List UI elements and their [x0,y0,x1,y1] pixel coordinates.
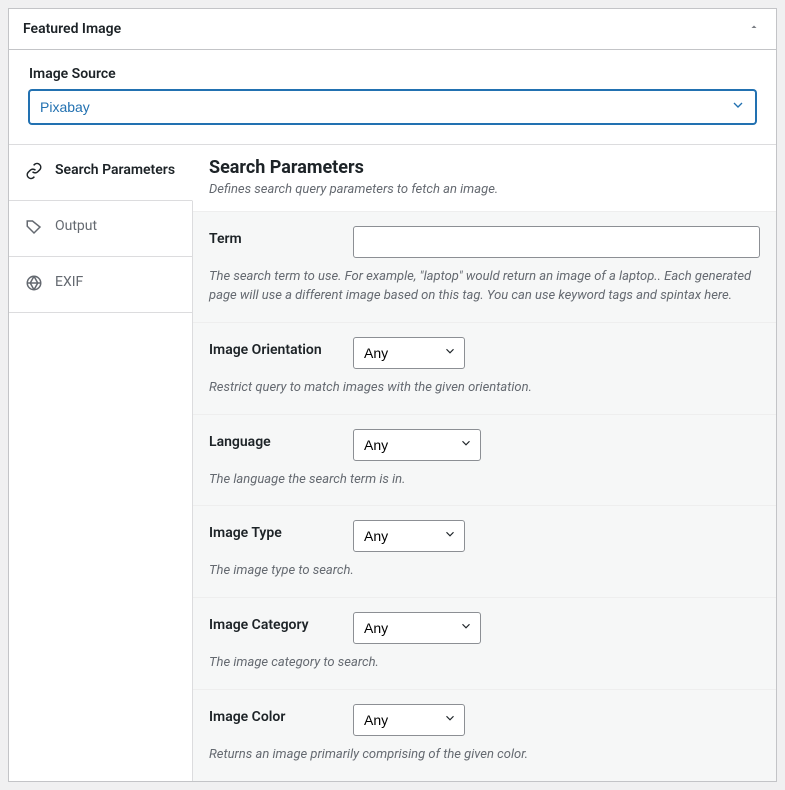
orientation-select[interactable]: Any [353,337,465,369]
tabbed-panel: Search Parameters Output EXIF Search Par… [9,145,776,781]
section-title: Search Parameters [209,157,760,178]
row-language: Language Any The language the search ter… [193,415,776,507]
panel-title: Featured Image [23,21,121,37]
field-help: The language the search term is in. [209,471,760,490]
image-color-select[interactable]: Any [353,704,465,736]
link-icon [25,162,43,184]
row-orientation: Image Orientation Any Restrict query to … [193,323,776,415]
field-help: The image type to search. [209,562,760,581]
field-label: Image Color [209,704,353,736]
tab-label: Output [55,217,97,236]
image-source-label: Image Source [29,66,756,82]
panel-collapse-button[interactable] [746,19,762,39]
row-term: Term The search term to use. For example… [193,212,776,323]
image-type-select[interactable]: Any [353,520,465,552]
field-help: Restrict query to match images with the … [209,379,760,398]
tag-icon [25,218,43,240]
tab-output[interactable]: Output [9,201,192,257]
section-description: Defines search query parameters to fetch… [209,182,760,197]
field-label: Image Category [209,612,353,644]
tab-label: Search Parameters [55,161,175,180]
featured-image-meta-box: Featured Image Image Source Pixabay Sear… [8,8,777,782]
tab-nav: Search Parameters Output EXIF [9,145,193,781]
tab-content: Search Parameters Defines search query p… [193,145,776,781]
panel-header: Featured Image [9,9,776,50]
image-source-select[interactable]: Pixabay [29,90,756,124]
field-help: The image category to search. [209,654,760,673]
field-label: Image Orientation [209,337,353,369]
field-label: Language [209,429,353,461]
language-select[interactable]: Any [353,429,481,461]
tab-label: EXIF [55,273,83,292]
row-color: Image Color Any Returns an image primari… [193,690,776,781]
row-category: Image Category Any The image category to… [193,598,776,690]
section-header: Search Parameters Defines search query p… [193,145,776,212]
field-label: Image Type [209,520,353,552]
tab-search-parameters[interactable]: Search Parameters [9,145,193,201]
term-input[interactable] [353,226,760,258]
caret-up-icon [748,21,760,33]
aperture-icon [25,274,43,296]
field-help: The search term to use. For example, "la… [209,268,760,306]
image-category-select[interactable]: Any [353,612,481,644]
field-label: Term [209,226,353,258]
row-type: Image Type Any The image type to search. [193,506,776,598]
image-source-row: Image Source Pixabay [9,50,776,145]
tab-exif[interactable]: EXIF [9,257,192,313]
